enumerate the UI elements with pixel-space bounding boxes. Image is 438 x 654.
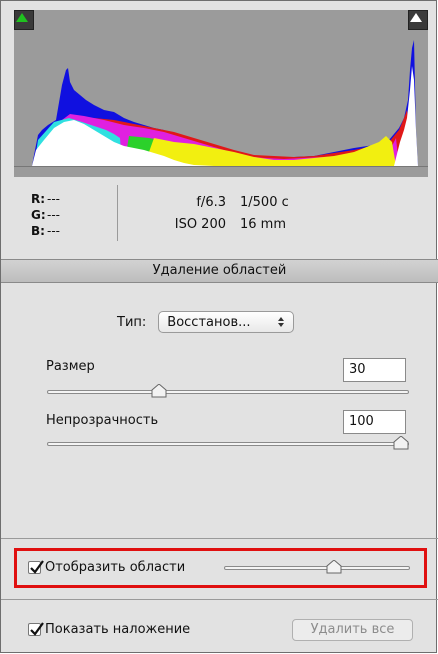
section-title: Удаление областей [1,259,438,283]
highlight-clipping-button[interactable] [408,10,428,30]
shutter-speed: 1/500 с [240,194,289,210]
r-label: R: [31,192,46,206]
checkmark-icon [30,622,44,636]
b-label: B: [31,224,45,238]
size-field[interactable]: 30 [343,358,406,382]
info-divider [117,185,118,241]
divider [1,538,438,539]
spot-removal-panel: R: --- G: --- B: --- f/6.3 1/500 с ISO 200 16… [0,0,438,653]
rgb-row-r: R: --- [31,191,60,207]
g-label: G: [31,208,46,222]
delete-all-button[interactable]: Удалить все [292,619,413,641]
exif-info: f/6.3 1/500 с ISO 200 16 mm [156,191,289,235]
aperture: f/6.3 [196,194,226,210]
g-value: --- [47,208,60,222]
histogram [14,10,428,177]
size-label: Размер [46,359,95,374]
show-overlay-checkbox[interactable] [28,622,44,636]
checkmark-icon [30,560,44,574]
type-row: Тип: Восстанов... [117,311,295,333]
opacity-field[interactable]: 100 [343,410,406,434]
show-areas-slider-thumb[interactable] [326,560,342,574]
shadow-clipping-button[interactable] [14,10,34,30]
b-value: --- [47,224,60,238]
show-areas-checkbox[interactable] [28,560,44,574]
rgb-row-b: B: --- [31,223,60,239]
show-areas-slider-track[interactable] [224,566,410,570]
type-value: Восстанов... [167,314,251,330]
show-overlay-label: Показать наложение [45,622,191,637]
rgb-row-g: G: --- [31,207,60,223]
divider [1,599,438,600]
opacity-label: Непрозрачность [46,413,159,428]
iso: ISO 200 [174,216,226,232]
type-select[interactable]: Восстанов... [158,311,295,333]
opacity-slider-thumb[interactable] [393,436,409,450]
rgb-readout: R: --- G: --- B: --- [31,191,60,239]
show-areas-label: Отобразить области [45,560,186,575]
triangle-up-icon [16,13,28,22]
r-value: --- [47,192,60,206]
focal-length: 16 mm [240,216,287,232]
histogram-graph [14,10,428,177]
size-slider-track[interactable] [47,390,409,394]
triangle-up-icon [410,13,422,22]
size-slider-thumb[interactable] [151,384,167,398]
type-label: Тип: [117,314,147,330]
opacity-slider-track[interactable] [47,442,409,446]
updown-arrows-icon [278,317,285,327]
